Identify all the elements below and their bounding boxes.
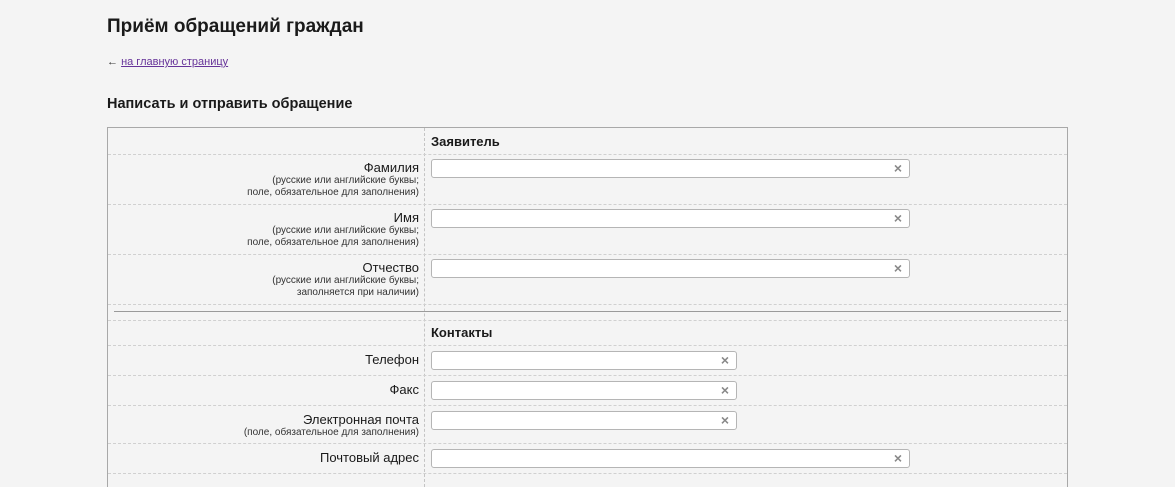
clear-icon[interactable]: ×: [721, 382, 729, 399]
email-input[interactable]: [432, 412, 720, 430]
row-divider: [108, 320, 1067, 321]
section-title: Написать и отправить обращение: [107, 96, 353, 112]
phone-label: Телефон: [365, 352, 419, 367]
name-label-text: Имя: [393, 210, 419, 225]
column-divider: [424, 128, 425, 487]
email-field[interactable]: ×: [431, 411, 737, 430]
postal-label: Почтовый адрес: [320, 450, 419, 465]
row-divider: [108, 345, 1067, 346]
patronymic-hint-2: заполняется при наличии): [296, 287, 419, 298]
home-link[interactable]: на главную страницу: [121, 56, 228, 68]
patronymic-label-text: Отчество: [362, 260, 419, 275]
postal-label-text: Почтовый адрес: [320, 450, 419, 465]
back-link-row: ← на главную страницу: [107, 56, 228, 68]
email-label-text: Электронная почта: [302, 412, 419, 427]
patronymic-input[interactable]: [432, 260, 893, 278]
clear-icon[interactable]: ×: [721, 352, 729, 369]
fax-label: Факс: [390, 382, 419, 397]
fax-input[interactable]: [432, 382, 720, 400]
name-hint-2: поле, обязательное для заполнения): [247, 237, 419, 248]
name-hint-1: (русские или английские буквы;: [272, 225, 419, 236]
surname-label-text: Фамилия: [363, 160, 419, 175]
row-divider: [108, 254, 1067, 255]
row-divider: [108, 204, 1067, 205]
phone-input[interactable]: [432, 352, 720, 370]
page-title: Приём обращений граждан: [107, 16, 364, 37]
patronymic-hint-1: (русские или английские буквы;: [272, 275, 419, 286]
row-divider: [108, 375, 1067, 376]
phone-label-text: Телефон: [365, 352, 419, 367]
fax-label-text: Факс: [389, 382, 419, 397]
clear-icon[interactable]: ×: [894, 450, 902, 467]
clear-icon[interactable]: ×: [894, 160, 902, 177]
left-arrow-icon: ←: [107, 56, 118, 68]
surname-label: Фамилия (русские или английские буквы; п…: [247, 160, 419, 199]
surname-input[interactable]: [432, 160, 893, 178]
appeal-form: Заявитель Фамилия (русские или английски…: [107, 127, 1068, 487]
row-divider: [108, 154, 1067, 155]
row-divider: [108, 304, 1067, 305]
fax-field[interactable]: ×: [431, 381, 737, 400]
patronymic-field[interactable]: ×: [431, 259, 910, 278]
surname-hint-2: поле, обязательное для заполнения): [247, 187, 419, 198]
contacts-group-title: Контакты: [431, 325, 493, 340]
email-hint: (поле, обязательное для заполнения): [243, 427, 419, 438]
phone-field[interactable]: ×: [431, 351, 737, 370]
row-divider: [108, 473, 1067, 474]
clear-icon[interactable]: ×: [721, 412, 729, 429]
email-label: Электронная почта (поле, обязательное дл…: [244, 412, 419, 439]
patronymic-label: Отчество (русские или английские буквы; …: [272, 260, 419, 299]
clear-icon[interactable]: ×: [894, 260, 902, 277]
name-label: Имя (русские или английские буквы; поле,…: [247, 210, 419, 249]
name-field[interactable]: ×: [431, 209, 910, 228]
group-separator: [114, 311, 1061, 312]
surname-field[interactable]: ×: [431, 159, 910, 178]
postal-field[interactable]: ×: [431, 449, 910, 468]
name-input[interactable]: [432, 210, 893, 228]
row-divider: [108, 443, 1067, 444]
postal-input[interactable]: [432, 450, 893, 468]
surname-hint-1: (русские или английские буквы;: [272, 175, 419, 186]
row-divider: [108, 405, 1067, 406]
clear-icon[interactable]: ×: [894, 210, 902, 227]
applicant-group-title: Заявитель: [431, 134, 500, 149]
